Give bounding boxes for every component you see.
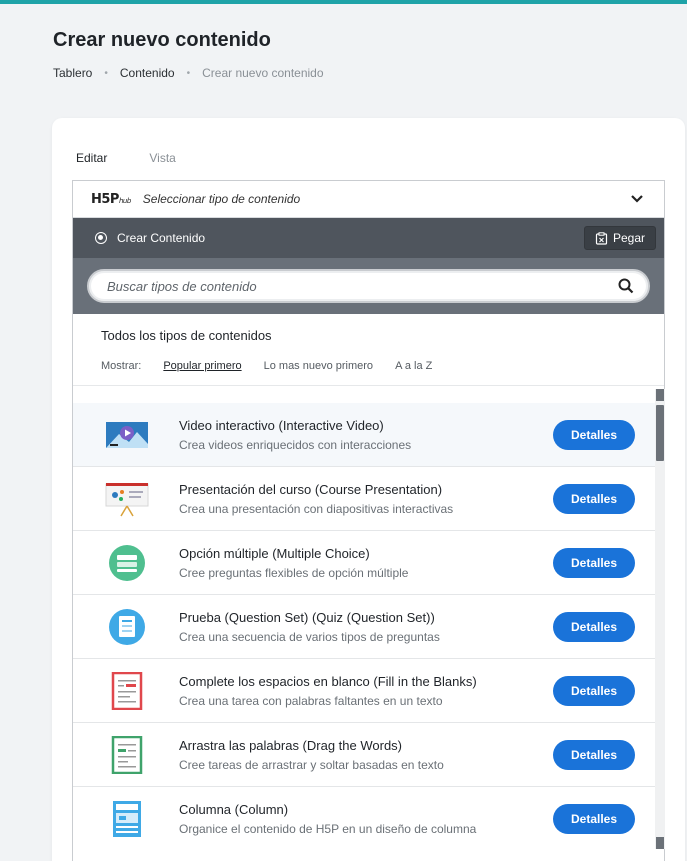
item-title: Complete los espacios en blanco (Fill in…	[179, 673, 477, 689]
list-item[interactable]: Video interactivo (Interactive Video) Cr…	[73, 403, 655, 467]
create-content-radio[interactable]	[95, 232, 107, 244]
search-input[interactable]	[107, 278, 618, 294]
fill-blanks-icon	[103, 671, 151, 711]
drag-words-icon	[103, 735, 151, 775]
h5p-hub: H5Phub Seleccionar tipo de contenido Cre…	[72, 180, 665, 861]
filter-a-to-z[interactable]: A a la Z	[395, 360, 432, 372]
content-type-list: Video interactivo (Interactive Video) Cr…	[73, 389, 655, 849]
search-band	[73, 258, 664, 314]
details-button[interactable]: Detalles	[553, 611, 635, 642]
scroll-down-arrow[interactable]	[656, 837, 664, 849]
clipboard-icon	[595, 231, 608, 245]
create-content-label: Crear Contenido	[117, 231, 206, 245]
item-description: Crea una presentación con diapositivas i…	[179, 501, 454, 516]
item-description: Organice el contenido de H5P en un diseñ…	[179, 821, 477, 836]
list-item[interactable]: Prueba (Question Set) (Quiz (Question Se…	[73, 595, 655, 659]
top-accent-bar	[0, 0, 687, 4]
item-title: Opción múltiple (Multiple Choice)	[179, 545, 370, 561]
select-content-type-label: Seleccionar tipo de contenido	[142, 192, 301, 206]
breadcrumb-separator: •	[104, 67, 108, 79]
search-box	[87, 269, 650, 303]
item-title: Prueba (Question Set) (Quiz (Question Se…	[179, 609, 435, 625]
search-icon[interactable]	[618, 278, 634, 294]
item-description: Cree tareas de arrastrar y soltar basada…	[179, 757, 444, 772]
details-button[interactable]: Detalles	[553, 483, 635, 514]
filter-popular-first[interactable]: Popular primero	[163, 360, 241, 372]
column-icon	[103, 799, 151, 839]
page-title: Crear nuevo contenido	[53, 29, 271, 51]
details-button[interactable]: Detalles	[553, 419, 635, 450]
item-title: Video interactivo (Interactive Video)	[179, 417, 384, 433]
chevron-down-icon[interactable]	[628, 190, 646, 208]
breadcrumb-item-current: Crear nuevo contenido	[202, 66, 324, 80]
create-content-bar: Crear Contenido Pegar	[73, 218, 664, 258]
filter-title: Todos los tipos de contenidos	[101, 328, 272, 343]
hub-selector-header[interactable]: H5Phub Seleccionar tipo de contenido	[73, 181, 664, 218]
course-presentation-icon	[103, 479, 151, 519]
item-description: Crea videos enriquecidos con interaccion…	[179, 437, 412, 452]
item-title: Presentación del curso (Course Presentat…	[179, 481, 443, 497]
breadcrumb-separator: •	[186, 67, 191, 79]
multiple-choice-icon	[103, 543, 151, 583]
h5p-hub-logo: H5Phub	[91, 191, 131, 207]
list-scrollbar[interactable]	[655, 389, 665, 849]
item-description: Crea una secuencia de varios tipos de pr…	[179, 629, 440, 644]
details-button[interactable]: Detalles	[553, 547, 635, 578]
breadcrumb-item-tablero[interactable]: Tablero	[53, 66, 92, 80]
scroll-up-arrow[interactable]	[656, 389, 664, 401]
filter-area: Todos los tipos de contenidos Mostrar: P…	[73, 314, 664, 386]
filter-show-label: Mostrar:	[101, 360, 142, 372]
breadcrumb: Tablero • Contenido • Crear nuevo conten…	[53, 66, 324, 80]
item-title: Arrastra las palabras (Drag the Words)	[179, 737, 403, 753]
list-item[interactable]: Arrastra las palabras (Drag the Words) C…	[73, 723, 655, 787]
item-description: Cree preguntas flexibles de opción múlti…	[179, 565, 409, 580]
breadcrumb-item-contenido[interactable]: Contenido	[120, 66, 175, 80]
details-button[interactable]: Detalles	[553, 675, 635, 706]
list-item[interactable]: Opción múltiple (Multiple Choice) Cree p…	[73, 531, 655, 595]
scroll-thumb[interactable]	[656, 405, 664, 461]
filter-row: Mostrar: Popular primero Lo mas nuevo pr…	[101, 360, 636, 372]
item-description: Crea una tarea con palabras faltantes en…	[179, 693, 443, 708]
list-item[interactable]: Complete los espacios en blanco (Fill in…	[73, 659, 655, 723]
question-set-icon	[103, 607, 151, 647]
details-button[interactable]: Detalles	[553, 803, 635, 834]
list-item[interactable]: Columna (Column) Organice el contenido d…	[73, 787, 655, 849]
list-item[interactable]: Presentación del curso (Course Presentat…	[73, 467, 655, 531]
paste-button[interactable]: Pegar	[583, 226, 656, 250]
editor-card: Editar Vista H5Phub Seleccionar tipo de …	[52, 118, 685, 861]
item-title: Columna (Column)	[179, 801, 289, 817]
filter-newest-first[interactable]: Lo mas nuevo primero	[264, 360, 373, 372]
interactive-video-icon	[103, 415, 151, 455]
paste-label: Pegar	[612, 231, 645, 245]
details-button[interactable]: Detalles	[553, 739, 635, 770]
